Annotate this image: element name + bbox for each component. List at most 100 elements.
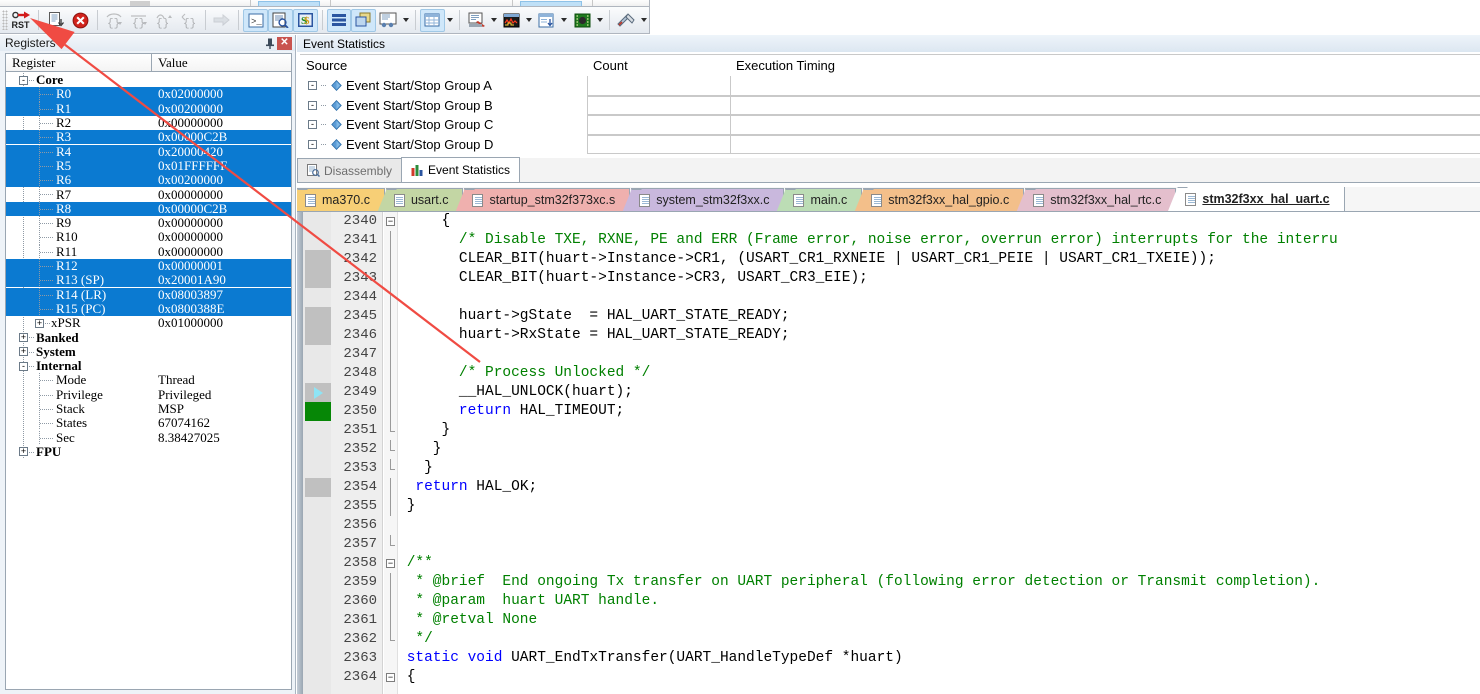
symbols-window-button[interactable]: S $: [292, 8, 318, 32]
logic-analyzer-button[interactable]: [499, 9, 524, 32]
register-row[interactable]: R10 0x00000000: [6, 229, 291, 245]
registers-window-button[interactable]: [326, 8, 352, 32]
pin-icon[interactable]: [262, 36, 277, 50]
register-row[interactable]: Mode Thread: [6, 372, 291, 388]
breakpoint-capable-marker[interactable]: [305, 326, 331, 345]
show-next-statement-button[interactable]: [210, 9, 235, 32]
breakpoint-capable-marker[interactable]: [305, 250, 331, 269]
tree-connector-vertical: [39, 273, 40, 288]
register-row[interactable]: States 67074162: [6, 415, 291, 431]
debug-view-tab[interactable]: Disassembly: [297, 158, 403, 182]
toolbar-grip[interactable]: [2, 10, 8, 30]
editor-file-tab[interactable]: ma370.c: [297, 188, 385, 211]
trace-window-dropdown-caret[interactable]: [559, 9, 569, 32]
memory-window-button[interactable]: [420, 8, 445, 32]
system-viewer-button[interactable]: [570, 9, 595, 32]
step-out-button[interactable]: {}: [151, 9, 176, 32]
editor-file-tab[interactable]: startup_stm32f373xc.s: [464, 188, 631, 211]
disassembly-window-button[interactable]: [268, 8, 293, 32]
code-text-area[interactable]: {/* Disable TXE, RXNE, PE and ERR (Frame…: [398, 212, 1480, 694]
register-row[interactable]: - Internal: [6, 358, 291, 373]
stop-debug-button[interactable]: [68, 9, 93, 32]
step-into-button[interactable]: {}: [102, 9, 127, 32]
fold-region-line: [390, 288, 391, 307]
breakpoint-capable-marker[interactable]: [305, 478, 331, 497]
event-statistics-row[interactable]: - Event Start/Stop Group A: [300, 76, 1480, 96]
register-row[interactable]: + Banked: [6, 330, 291, 345]
register-row[interactable]: R2 0x00000000: [6, 115, 291, 131]
debug-view-tabstrip[interactable]: Disassembly Event Statistics: [297, 157, 1480, 183]
register-row[interactable]: R15 (PC) 0x0800388E: [6, 301, 291, 317]
register-row[interactable]: R1 0x00200000: [6, 101, 291, 116]
tree-collapse-icon[interactable]: -: [308, 139, 317, 149]
logic-analyzer-dropdown-caret[interactable]: [524, 9, 534, 32]
tree-expand-icon[interactable]: +: [19, 447, 28, 457]
serial-window-button[interactable]: [464, 9, 489, 32]
tree-collapse-icon[interactable]: -: [308, 81, 317, 91]
fold-collapse-box[interactable]: −: [386, 559, 395, 568]
code-folding-margin[interactable]: [384, 212, 398, 694]
current-execution-arrow-marker[interactable]: [305, 383, 331, 402]
command-window-button[interactable]: >_: [243, 8, 269, 32]
tree-collapse-icon[interactable]: -: [308, 100, 317, 110]
editor-file-tab[interactable]: stm32f3xx_hal_uart.c: [1177, 187, 1345, 211]
debug-tools-dropdown-caret[interactable]: [639, 9, 649, 32]
register-row[interactable]: R6 0x00200000: [6, 172, 291, 188]
fold-collapse-box[interactable]: −: [386, 673, 395, 682]
registers-grid[interactable]: Register Value - Core R0 0x02000000 R1 0x0020…: [5, 53, 292, 690]
register-row[interactable]: R7 0x00000000: [6, 187, 291, 202]
register-row[interactable]: R4 0x20000420: [6, 144, 291, 159]
run-to-line-button[interactable]: {}: [176, 9, 201, 32]
editor-file-tab[interactable]: main.c: [785, 188, 863, 211]
editor-file-tab[interactable]: stm32f3xx_hal_gpio.c: [863, 188, 1025, 211]
fold-collapse-box[interactable]: −: [386, 217, 395, 226]
memory-window-dropdown-caret[interactable]: [445, 9, 455, 32]
event-statistics-row[interactable]: - Event Start/Stop Group B: [300, 95, 1480, 115]
run-to-cursor-button[interactable]: [43, 9, 68, 32]
tree-expand-icon[interactable]: +: [19, 347, 28, 357]
debug-view-tab[interactable]: Event Statistics: [401, 157, 521, 182]
editor-file-tab[interactable]: stm32f3xx_hal_rtc.c: [1025, 188, 1177, 211]
register-row[interactable]: + FPU: [6, 444, 291, 459]
register-row[interactable]: + System: [6, 344, 291, 359]
event-statistics-row[interactable]: - Event Start/Stop Group D: [300, 134, 1480, 154]
event-statistics-grid[interactable]: Source Count Execution Timing - Event Sta…: [300, 54, 1480, 155]
breakpoint-marker[interactable]: [305, 402, 331, 421]
serial-window-dropdown-caret[interactable]: [489, 9, 499, 32]
register-row[interactable]: R5 0x01FFFFFF: [6, 158, 291, 174]
trace-window-button[interactable]: [535, 9, 560, 32]
register-row[interactable]: R0 0x02000000: [6, 86, 291, 102]
watch-window-button[interactable]: [376, 9, 401, 32]
register-row[interactable]: Privilege Privileged: [6, 387, 291, 402]
tree-expand-icon[interactable]: +: [19, 332, 28, 342]
debug-tools-button[interactable]: [614, 9, 639, 32]
tree-collapse-icon[interactable]: -: [19, 75, 28, 85]
event-statistics-row[interactable]: - Event Start/Stop Group C: [300, 115, 1480, 135]
register-row[interactable]: R11 0x00000000: [6, 244, 291, 259]
step-over-button[interactable]: {}: [127, 9, 152, 32]
call-stack-window-button[interactable]: [351, 8, 376, 32]
register-row[interactable]: Stack MSP: [6, 401, 291, 417]
register-row[interactable]: R3 0x00000C2B: [6, 129, 291, 145]
register-row[interactable]: Sec 8.38427025: [6, 430, 291, 445]
register-row[interactable]: - Core: [6, 72, 291, 87]
breakpoint-capable-marker[interactable]: [305, 269, 331, 288]
register-row[interactable]: R12 0x00000001: [6, 258, 291, 274]
reset-cpu-button[interactable]: RST: [10, 9, 35, 32]
editor-file-tab[interactable]: system_stm32f3xx.c: [631, 188, 785, 211]
breakpoint-capable-marker[interactable]: [305, 307, 331, 326]
close-icon[interactable]: ✕: [277, 36, 292, 50]
system-viewer-dropdown-caret[interactable]: [594, 9, 604, 32]
register-row[interactable]: R14 (LR) 0x08003897: [6, 287, 291, 302]
code-editor[interactable]: {/* Disable TXE, RXNE, PE and ERR (Frame…: [297, 212, 1480, 694]
register-row[interactable]: R13 (SP) 0x20001A90: [6, 272, 291, 288]
watch-window-dropdown-caret[interactable]: [401, 9, 411, 32]
tree-collapse-icon[interactable]: -: [19, 361, 28, 371]
register-row[interactable]: + xPSR 0x01000000: [6, 315, 291, 330]
register-row[interactable]: R9 0x00000000: [6, 215, 291, 231]
tree-expand-icon[interactable]: +: [35, 318, 44, 328]
register-row[interactable]: R8 0x00000C2B: [6, 201, 291, 216]
tree-collapse-icon[interactable]: -: [308, 120, 317, 130]
editor-file-tab[interactable]: usart.c: [385, 188, 464, 211]
editor-file-tabstrip[interactable]: ma370.c usart.c startup_stm32f373xc.s syste…: [297, 187, 1480, 212]
